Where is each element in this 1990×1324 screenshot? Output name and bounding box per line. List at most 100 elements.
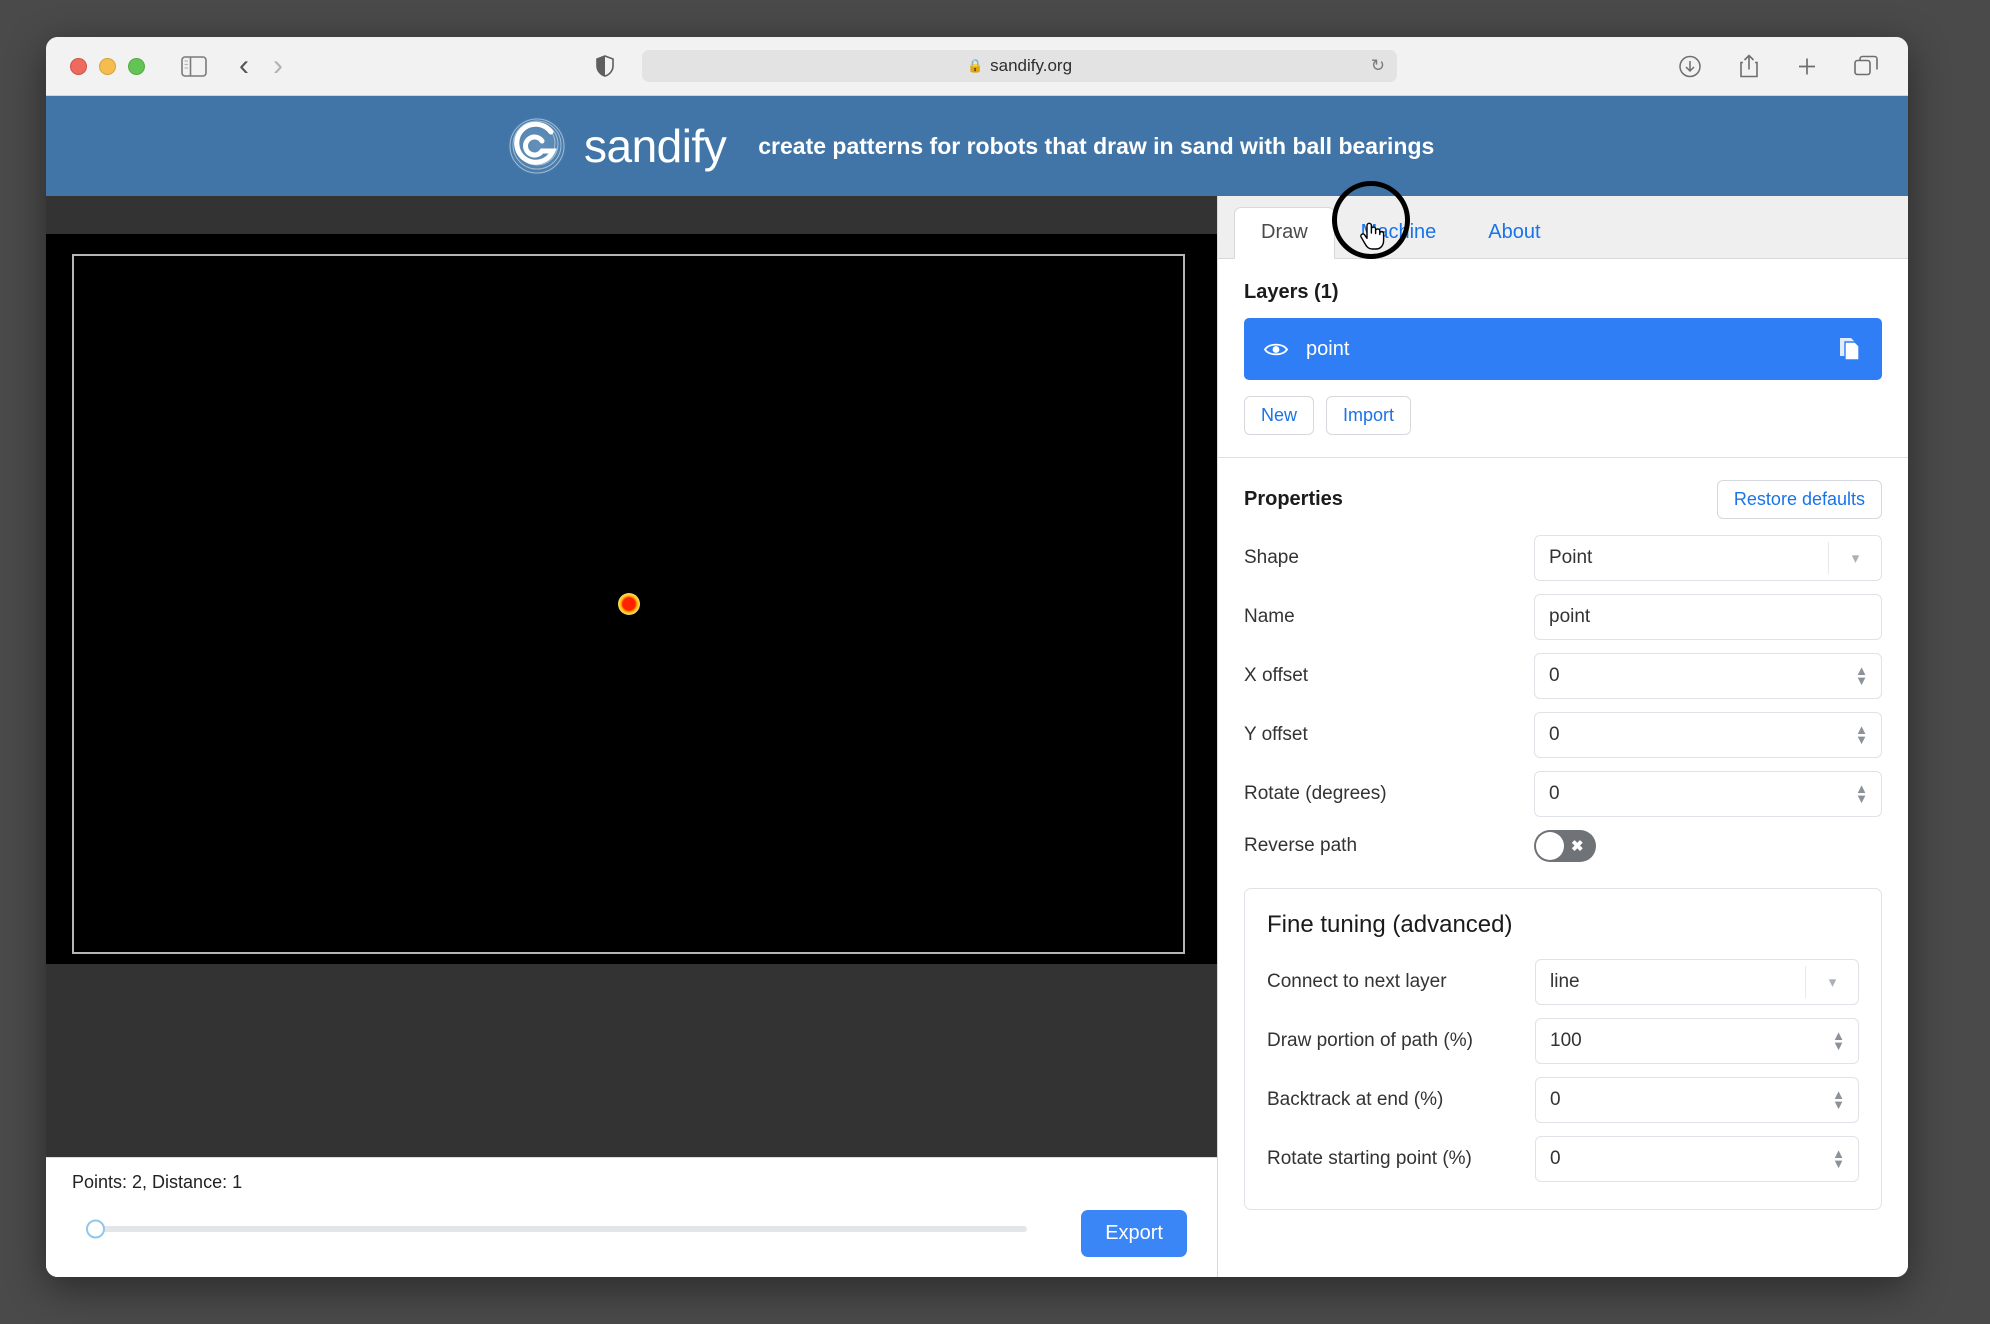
draw-portion-stepper[interactable]: ▲ ▼ <box>1832 1029 1845 1052</box>
control-panel: Draw Machine About Layers (1) point New … <box>1217 181 1908 1277</box>
toolbar-right-icons <box>1678 54 1878 79</box>
import-layer-button[interactable]: Import <box>1326 396 1412 435</box>
browser-window: ‹ › 🔒 sandify.org ↻ sandify create patte… <box>46 37 1908 1277</box>
close-icon: ✖ <box>1571 838 1584 855</box>
brand-name: sandify <box>584 120 727 172</box>
point-marker <box>617 593 640 615</box>
rotate-start-input[interactable] <box>1535 1136 1859 1182</box>
field-control-backtrack: ▲▼ <box>1535 1077 1859 1123</box>
name-input[interactable] <box>1534 594 1882 640</box>
field-rotate: Rotate (degrees) ▲▼ <box>1244 771 1882 817</box>
panel-content: Layers (1) point New Import Properties R… <box>1218 259 1908 1210</box>
chevron-down-icon[interactable]: ▾ <box>1828 542 1882 574</box>
navigation-buttons: ‹ › <box>239 51 283 81</box>
panel-divider <box>1218 457 1908 458</box>
browser-toolbar: ‹ › 🔒 sandify.org ↻ <box>46 37 1908 96</box>
brand-logo-group: sandify <box>506 115 727 177</box>
preview-area <box>46 196 1217 1157</box>
toggle-knob <box>1536 832 1564 860</box>
field-label-x-offset: X offset <box>1244 665 1309 686</box>
field-label-rotate: Rotate (degrees) <box>1244 783 1387 804</box>
zoom-window-button[interactable] <box>128 57 145 75</box>
field-label-shape: Shape <box>1244 547 1299 568</box>
tab-about[interactable]: About <box>1462 208 1566 258</box>
field-connect-next-layer: Connect to next layer line ▾ <box>1267 959 1859 1005</box>
chevron-right-icon[interactable]: › <box>273 51 283 81</box>
reverse-path-toggle[interactable]: ✖ <box>1534 830 1596 862</box>
field-draw-portion: Draw portion of path (%) ▲▼ <box>1267 1018 1859 1064</box>
preview-slider[interactable] <box>86 1219 1027 1239</box>
new-tab-icon[interactable] <box>1796 55 1818 77</box>
app-body: Points: 2, Distance: 1 Export Draw Machi… <box>46 181 1908 1277</box>
field-control-rotate-start: ▲▼ <box>1535 1136 1859 1182</box>
site-banner: sandify create patterns for robots that … <box>46 96 1908 196</box>
field-label-rotate-start: Rotate starting point (%) <box>1267 1148 1472 1169</box>
close-window-button[interactable] <box>70 57 87 75</box>
backtrack-stepper[interactable]: ▲ ▼ <box>1832 1088 1845 1111</box>
rotate-stepper[interactable]: ▲ ▼ <box>1855 782 1868 805</box>
chevron-down-icon[interactable]: ▾ <box>1805 966 1859 998</box>
fine-tuning-card: Fine tuning (advanced) Connect to next l… <box>1244 888 1882 1210</box>
y-offset-input[interactable] <box>1534 712 1882 758</box>
rotate-start-stepper[interactable]: ▲ ▼ <box>1832 1147 1845 1170</box>
minimize-window-button[interactable] <box>99 57 116 75</box>
canvas-pane: Points: 2, Distance: 1 Export <box>46 196 1217 1277</box>
restore-defaults-button[interactable]: Restore defaults <box>1716 480 1882 519</box>
lock-icon: 🔒 <box>966 58 984 73</box>
backtrack-input[interactable] <box>1535 1077 1859 1123</box>
layer-item-point[interactable]: point <box>1244 318 1882 380</box>
slider-track[interactable] <box>86 1219 1027 1239</box>
layer-name: point <box>1306 337 1350 360</box>
field-name: Name <box>1244 594 1882 640</box>
tab-overview-icon[interactable] <box>1854 55 1878 77</box>
field-label-y-offset: Y offset <box>1244 724 1308 745</box>
download-icon[interactable] <box>1678 54 1702 78</box>
field-control-rotate: ▲▼ <box>1534 771 1882 817</box>
new-layer-button[interactable]: New <box>1244 396 1315 435</box>
properties-header: Properties Restore defaults <box>1244 480 1882 519</box>
machine-bounds-frame[interactable] <box>72 254 1185 954</box>
draw-portion-input[interactable] <box>1535 1018 1859 1064</box>
fine-tuning-title: Fine tuning (advanced) <box>1267 911 1513 938</box>
field-shape: Shape Point ▾ <box>1244 535 1882 581</box>
share-icon[interactable] <box>1738 54 1760 79</box>
field-control-x-offset: ▲▼ <box>1534 653 1882 699</box>
x-offset-stepper[interactable]: ▲ ▼ <box>1855 664 1868 687</box>
layer-actions: New Import <box>1244 396 1882 435</box>
layers-title: Layers (1) <box>1244 281 1339 303</box>
field-control-name <box>1534 594 1882 640</box>
chevron-left-icon[interactable]: ‹ <box>239 51 249 81</box>
tab-machine[interactable]: Machine <box>1335 208 1463 258</box>
shield-icon[interactable] <box>596 55 614 77</box>
sidebar-icon[interactable] <box>181 55 207 77</box>
field-backtrack: Backtrack at end (%) ▲▼ <box>1267 1077 1859 1123</box>
field-control-shape: Point ▾ <box>1534 535 1882 581</box>
export-button[interactable]: Export <box>1081 1210 1187 1257</box>
y-offset-stepper[interactable]: ▲ ▼ <box>1855 723 1868 746</box>
tab-draw[interactable]: Draw <box>1234 207 1335 259</box>
field-control-y-offset: ▲▼ <box>1534 712 1882 758</box>
traffic-lights <box>70 57 145 75</box>
slider-thumb[interactable] <box>86 1219 105 1239</box>
field-rotate-start: Rotate starting point (%) ▲▼ <box>1267 1136 1859 1182</box>
url-text: sandify.org <box>990 56 1073 75</box>
field-label-connect: Connect to next layer <box>1267 971 1447 992</box>
x-offset-input[interactable] <box>1534 653 1882 699</box>
field-control-connect: line ▾ <box>1535 959 1859 1005</box>
field-label-backtrack: Backtrack at end (%) <box>1267 1089 1444 1110</box>
field-control-draw-portion: ▲▼ <box>1535 1018 1859 1064</box>
sandify-spiral-logo <box>506 115 568 177</box>
panel-tabs: Draw Machine About <box>1218 181 1908 259</box>
field-label-reverse-path: Reverse path <box>1244 835 1358 856</box>
status-text: Points: 2, Distance: 1 <box>72 1172 243 1192</box>
field-x-offset: X offset ▲▼ <box>1244 653 1882 699</box>
field-reverse-path: Reverse path ✖ <box>1244 830 1882 862</box>
bottom-toolbar: Points: 2, Distance: 1 Export <box>46 1157 1217 1277</box>
rotate-input[interactable] <box>1534 771 1882 817</box>
eye-icon[interactable] <box>1264 341 1288 358</box>
copy-icon[interactable] <box>1838 336 1862 362</box>
address-bar[interactable]: 🔒 sandify.org ↻ <box>642 50 1397 82</box>
field-y-offset: Y offset ▲▼ <box>1244 712 1882 758</box>
reload-icon[interactable]: ↻ <box>1371 56 1385 76</box>
field-label-draw-portion: Draw portion of path (%) <box>1267 1030 1473 1051</box>
